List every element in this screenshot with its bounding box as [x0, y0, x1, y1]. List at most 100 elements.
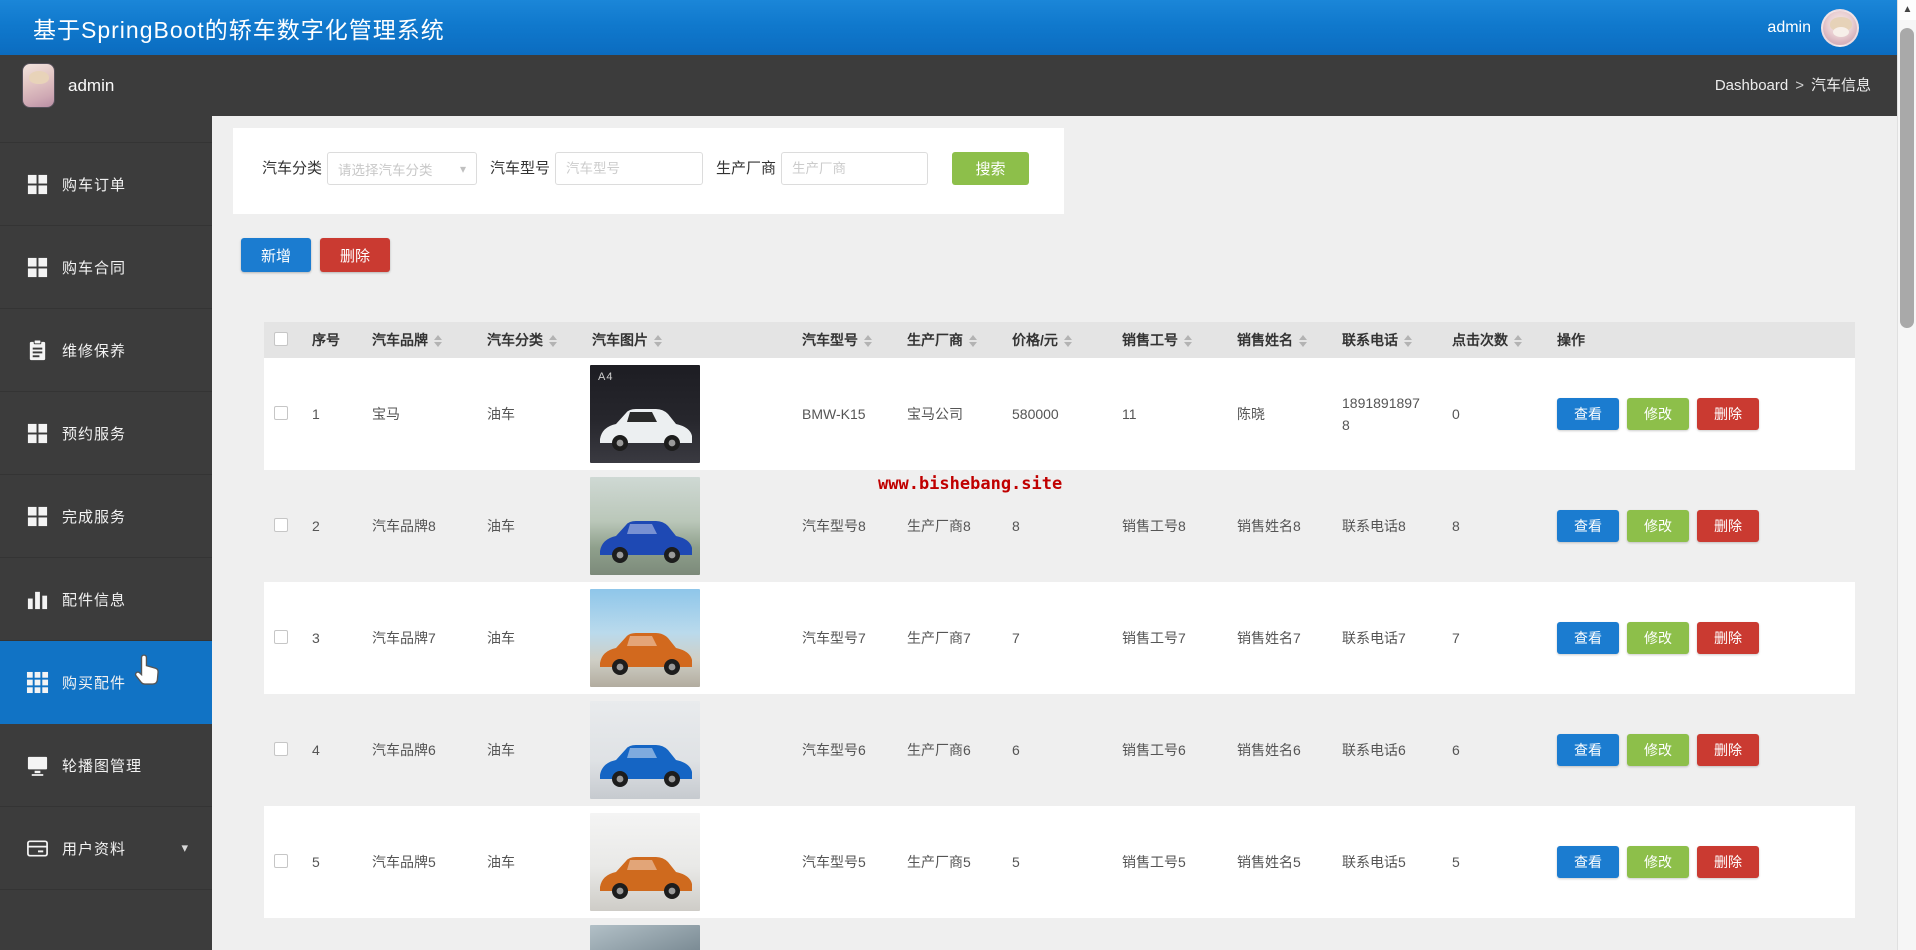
grid-2x2-icon	[26, 422, 49, 445]
row-sales-name: 陈晓	[1225, 358, 1330, 470]
sidebar-item-7[interactable]: 购买配件	[0, 641, 212, 724]
row-clicks	[1440, 918, 1545, 950]
sort-carets-icon[interactable]	[1404, 335, 1412, 348]
edit-button[interactable]: 修改	[1627, 398, 1689, 430]
column-header-10[interactable]: 联系电话	[1330, 322, 1440, 358]
edit-button[interactable]: 修改	[1627, 846, 1689, 878]
row-actions-cell	[1545, 918, 1855, 950]
row-brand	[360, 918, 475, 950]
delete-row-button[interactable]: 删除	[1697, 734, 1759, 766]
delete-row-button[interactable]: 删除	[1697, 398, 1759, 430]
grid-3x3-icon	[26, 671, 49, 694]
view-button[interactable]: 查看	[1557, 846, 1619, 878]
row-manufacturer: 生产厂商8	[895, 470, 1000, 582]
sidebar-item-9[interactable]: 用户资料 ▾	[0, 807, 212, 890]
manufacturer-input[interactable]	[781, 152, 928, 185]
scrollbar-up-arrow[interactable]: ▲	[1898, 0, 1916, 20]
grid-2x2-icon	[26, 256, 49, 279]
search-filter-panel: 汽车分类 请选择汽车分类 ▾ 汽车型号 生产厂商 搜索	[233, 128, 1064, 214]
sort-carets-icon[interactable]	[1514, 335, 1522, 348]
row-checkbox[interactable]	[274, 629, 288, 644]
sidebar-item-1[interactable]: 购车订单	[0, 143, 212, 226]
column-header-label: 汽车型号	[802, 332, 858, 348]
add-button[interactable]: 新增	[241, 238, 311, 272]
chevron-down-icon[interactable]: ▾	[181, 840, 188, 856]
edit-button[interactable]: 修改	[1627, 734, 1689, 766]
sort-carets-icon[interactable]	[1299, 335, 1307, 348]
row-seq: 5	[300, 806, 360, 918]
delete-row-button[interactable]: 删除	[1697, 622, 1759, 654]
sidebar-item-8[interactable]: 轮播图管理	[0, 724, 212, 807]
column-header-9[interactable]: 销售姓名	[1225, 322, 1330, 358]
sidebar-user-avatar	[22, 63, 55, 108]
sort-carets-icon[interactable]	[1063, 335, 1072, 348]
sort-carets-icon[interactable]	[864, 335, 872, 348]
user-avatar[interactable]	[1821, 8, 1859, 47]
column-header-4[interactable]: 汽车图片	[580, 322, 790, 358]
row-seq: 2	[300, 470, 360, 582]
row-checkbox[interactable]	[274, 741, 288, 756]
row-category: 油车	[475, 470, 580, 582]
car-image-orange-suv-street	[590, 813, 700, 911]
row-sales-id: 销售工号8	[1110, 470, 1225, 582]
breadcrumb-current: 汽车信息	[1810, 77, 1871, 94]
row-category: 油车	[475, 806, 580, 918]
sidebar-item-6[interactable]: 配件信息	[0, 558, 212, 641]
bar-chart-icon	[26, 588, 49, 611]
edit-button[interactable]: 修改	[1627, 622, 1689, 654]
column-header-label: 生产厂商	[907, 332, 963, 348]
sidebar-item-3[interactable]: 维修保养	[0, 309, 212, 392]
sidebar-item-2[interactable]: 购车合同	[0, 226, 212, 309]
row-phone: 联系电话7	[1330, 582, 1440, 694]
row-phone: 18918918978	[1330, 358, 1440, 470]
column-header-3[interactable]: 汽车分类	[475, 322, 580, 358]
sort-carets-icon[interactable]	[434, 335, 442, 348]
row-actions-cell: 查看 修改 删除	[1545, 358, 1855, 470]
column-header-5[interactable]: 汽车型号	[790, 322, 895, 358]
column-header-8[interactable]: 销售工号	[1110, 322, 1225, 358]
page-scrollbar: ▲	[1897, 0, 1916, 950]
view-button[interactable]: 查看	[1557, 398, 1619, 430]
car-info-table-container: 序号 汽车品牌 汽车分类 汽车图片 汽车型号 生产厂商 价格/元 销售工号 销售姓名 联系电话 点击…	[264, 322, 1855, 950]
column-header-11[interactable]: 点击次数	[1440, 322, 1545, 358]
column-header-label: 汽车品牌	[372, 332, 428, 348]
column-header-label: 销售工号	[1122, 332, 1178, 348]
sidebar-item-label: 购车订单	[62, 176, 127, 194]
sidebar-item-4[interactable]: 预约服务	[0, 392, 212, 475]
breadcrumb-dashboard-link[interactable]: Dashboard	[1715, 77, 1788, 94]
row-sales-id: 销售工号5	[1110, 806, 1225, 918]
row-model: 汽车型号6	[790, 694, 895, 806]
chevron-down-icon: ▾	[459, 161, 466, 176]
view-button[interactable]: 查看	[1557, 734, 1619, 766]
column-header-6[interactable]: 生产厂商	[895, 322, 1000, 358]
edit-button[interactable]: 修改	[1627, 510, 1689, 542]
delete-row-button[interactable]: 删除	[1697, 510, 1759, 542]
search-button[interactable]: 搜索	[952, 152, 1029, 185]
row-clicks: 6	[1440, 694, 1545, 806]
column-header-7[interactable]: 价格/元	[1000, 322, 1110, 358]
row-checkbox[interactable]	[274, 405, 288, 420]
car-image-blue-coupe-studio	[590, 701, 700, 799]
category-select[interactable]: 请选择汽车分类 ▾	[327, 152, 477, 185]
row-sales-name: 销售姓名8	[1225, 470, 1330, 582]
car-image-label: A4	[598, 371, 614, 383]
view-button[interactable]: 查看	[1557, 622, 1619, 654]
delete-row-button[interactable]: 删除	[1697, 846, 1759, 878]
sort-carets-icon[interactable]	[654, 335, 662, 348]
model-input[interactable]	[555, 152, 703, 185]
row-actions-cell: 查看 修改 删除	[1545, 470, 1855, 582]
table-row: 1 宝马 油车 A4 BMW-K15 宝马公司 580000 11 陈晓 18918918978 0…	[264, 358, 1855, 470]
scrollbar-thumb[interactable]	[1900, 28, 1914, 328]
sidebar-item-5[interactable]: 完成服务	[0, 475, 212, 558]
select-all-checkbox[interactable]	[274, 331, 288, 346]
row-checkbox[interactable]	[274, 853, 288, 868]
column-header-2[interactable]: 汽车品牌	[360, 322, 475, 358]
table-row	[264, 918, 1855, 950]
sort-carets-icon[interactable]	[1184, 335, 1192, 348]
delete-button[interactable]: 删除	[320, 238, 390, 272]
sort-carets-icon[interactable]	[549, 335, 557, 348]
view-button[interactable]: 查看	[1557, 510, 1619, 542]
row-checkbox[interactable]	[274, 517, 288, 532]
row-manufacturer: 宝马公司	[895, 358, 1000, 470]
sort-carets-icon[interactable]	[969, 335, 977, 348]
